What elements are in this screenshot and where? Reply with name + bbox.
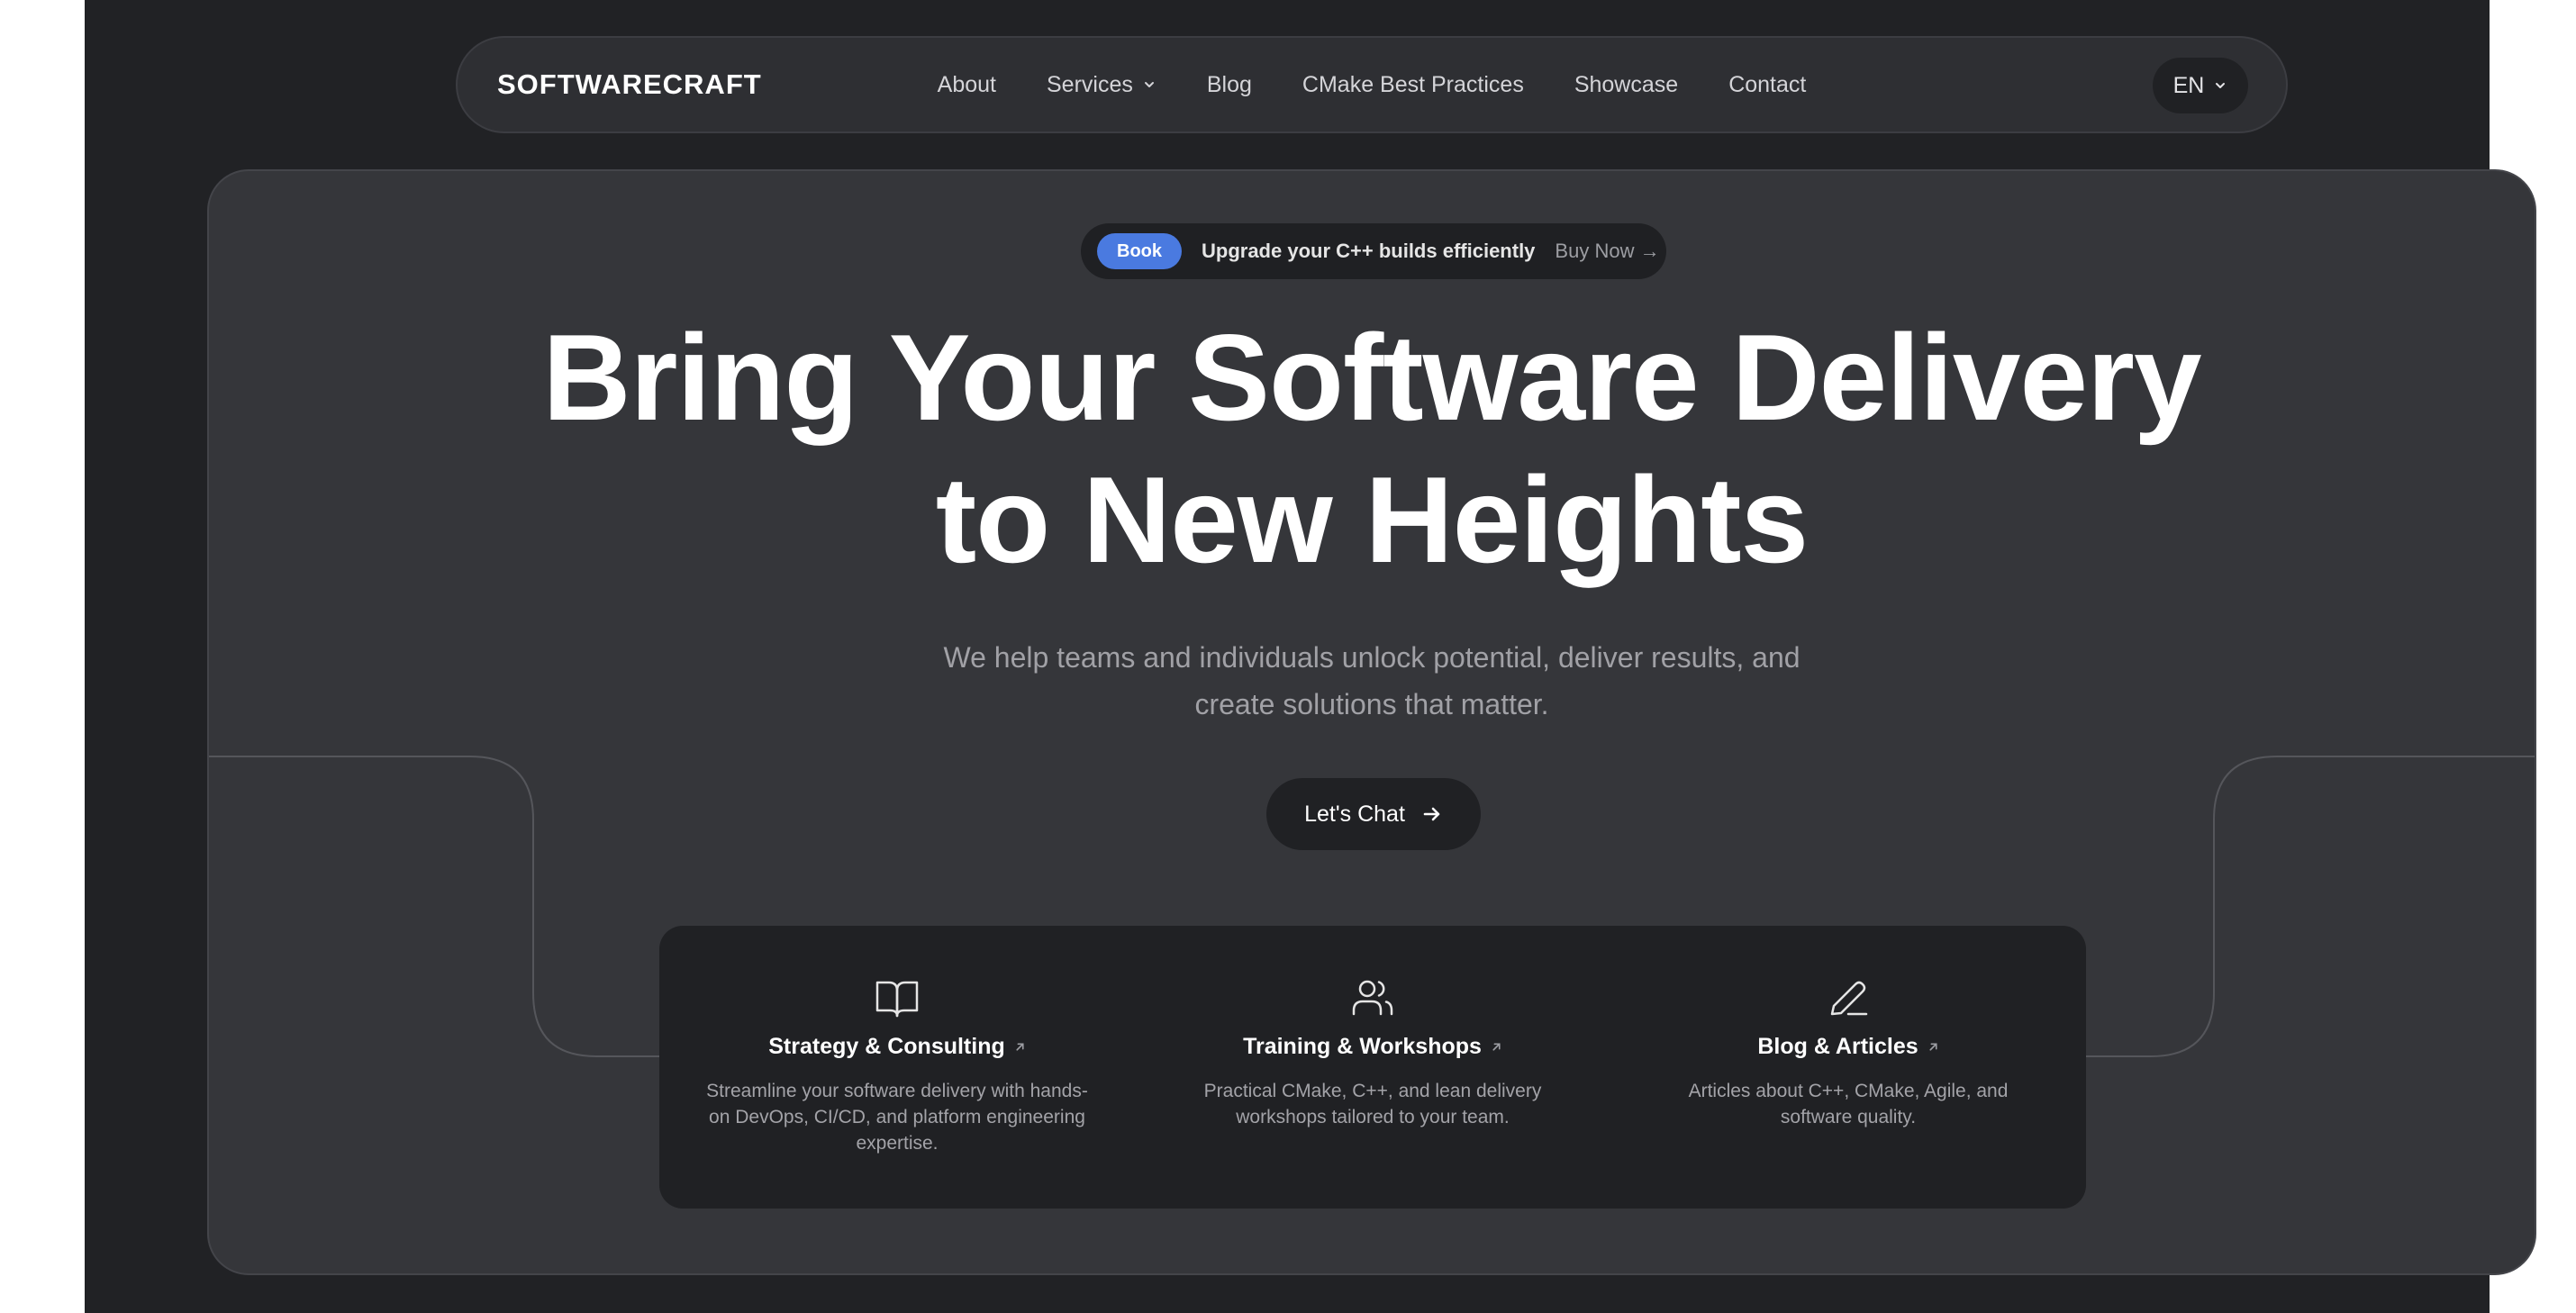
headline-line-2: to New Heights	[935, 451, 1809, 588]
lets-chat-button[interactable]: Let's Chat	[1266, 778, 1481, 850]
nav-item-blog[interactable]: Blog	[1207, 72, 1252, 98]
card-description: Practical CMake, C++, and lean delivery …	[1203, 1081, 1542, 1127]
card-title-text: Strategy & Consulting	[768, 1034, 1005, 1059]
services-cards: Strategy & Consulting Streamline your so…	[659, 926, 2086, 1209]
cta-label: Let's Chat	[1304, 801, 1405, 827]
promo-text: Upgrade your C++ builds efficiently	[1202, 240, 1536, 262]
card-description: Articles about C++, CMake, Agile, and so…	[1688, 1081, 2009, 1127]
hero-headline: Bring Your Software Delivery to New Heig…	[209, 306, 2535, 591]
card-title: Strategy & Consulting	[768, 1034, 1026, 1060]
language-label: EN	[2172, 72, 2205, 98]
language-selector[interactable]: EN	[2153, 58, 2248, 113]
nav-links: About Services Blog CMake Best Practices…	[458, 38, 2286, 131]
chevron-down-icon	[2216, 83, 2226, 88]
card-training-workshops[interactable]: Training & Workshops Practical CMake, C+…	[1135, 926, 1610, 1209]
nav-item-contact[interactable]: Contact	[1728, 72, 1806, 98]
nav-item-label: CMake Best Practices	[1302, 71, 1524, 97]
nav-item-label: Showcase	[1574, 71, 1679, 97]
external-link-icon	[1016, 1043, 1024, 1051]
nav-item-showcase[interactable]: Showcase	[1574, 72, 1678, 98]
headline-line-1: Bring Your Software Delivery	[542, 309, 2201, 446]
hero-subtitle: We help teams and individuals unlock pot…	[209, 634, 2535, 728]
page-frame: SOFTWARECRAFT About Services Blog CMake …	[85, 0, 2536, 1313]
nav-item-about[interactable]: About	[938, 72, 996, 98]
nav-item-cmake-best-practices[interactable]: CMake Best Practices	[1302, 72, 1524, 98]
top-navigation: SOFTWARECRAFT About Services Blog CMake …	[456, 36, 2288, 133]
nav-item-label: Blog	[1206, 71, 1252, 97]
promo-badge: Book	[1097, 233, 1182, 269]
subtitle-line-2: create solutions that matter.	[1194, 688, 1549, 720]
external-link-icon	[1492, 1043, 1501, 1051]
card-description: Streamline your software delivery with h…	[706, 1081, 1088, 1154]
nav-item-services[interactable]: Services	[1047, 72, 1156, 98]
card-title: Training & Workshops	[1243, 1034, 1502, 1060]
external-link-icon	[1929, 1043, 1937, 1051]
nav-item-label: About	[937, 71, 996, 97]
arrow-right-icon	[1423, 807, 1440, 821]
card-title-text: Training & Workshops	[1243, 1034, 1482, 1059]
card-strategy-consulting[interactable]: Strategy & Consulting Streamline your so…	[659, 926, 1135, 1209]
card-title: Blog & Articles	[1757, 1034, 1938, 1060]
nav-item-label: Contact	[1728, 71, 1807, 97]
nav-item-label: Services	[1046, 71, 1133, 97]
book-open-icon	[875, 981, 919, 1018]
hero-section: Book Upgrade your C++ builds efficiently…	[207, 169, 2536, 1275]
promo-banner[interactable]: Book Upgrade your C++ builds efficiently…	[1081, 223, 1666, 279]
card-title-text: Blog & Articles	[1757, 1034, 1918, 1059]
pencil-icon	[1830, 981, 1868, 1016]
buy-now-link[interactable]: Buy Now →	[1555, 240, 1659, 263]
card-blog-articles[interactable]: Blog & Articles Articles about C++, CMak…	[1610, 926, 2086, 1209]
users-icon	[1352, 980, 1393, 1016]
chevron-down-icon	[1144, 82, 1154, 87]
subtitle-line-1: We help teams and individuals unlock pot…	[943, 641, 1800, 674]
